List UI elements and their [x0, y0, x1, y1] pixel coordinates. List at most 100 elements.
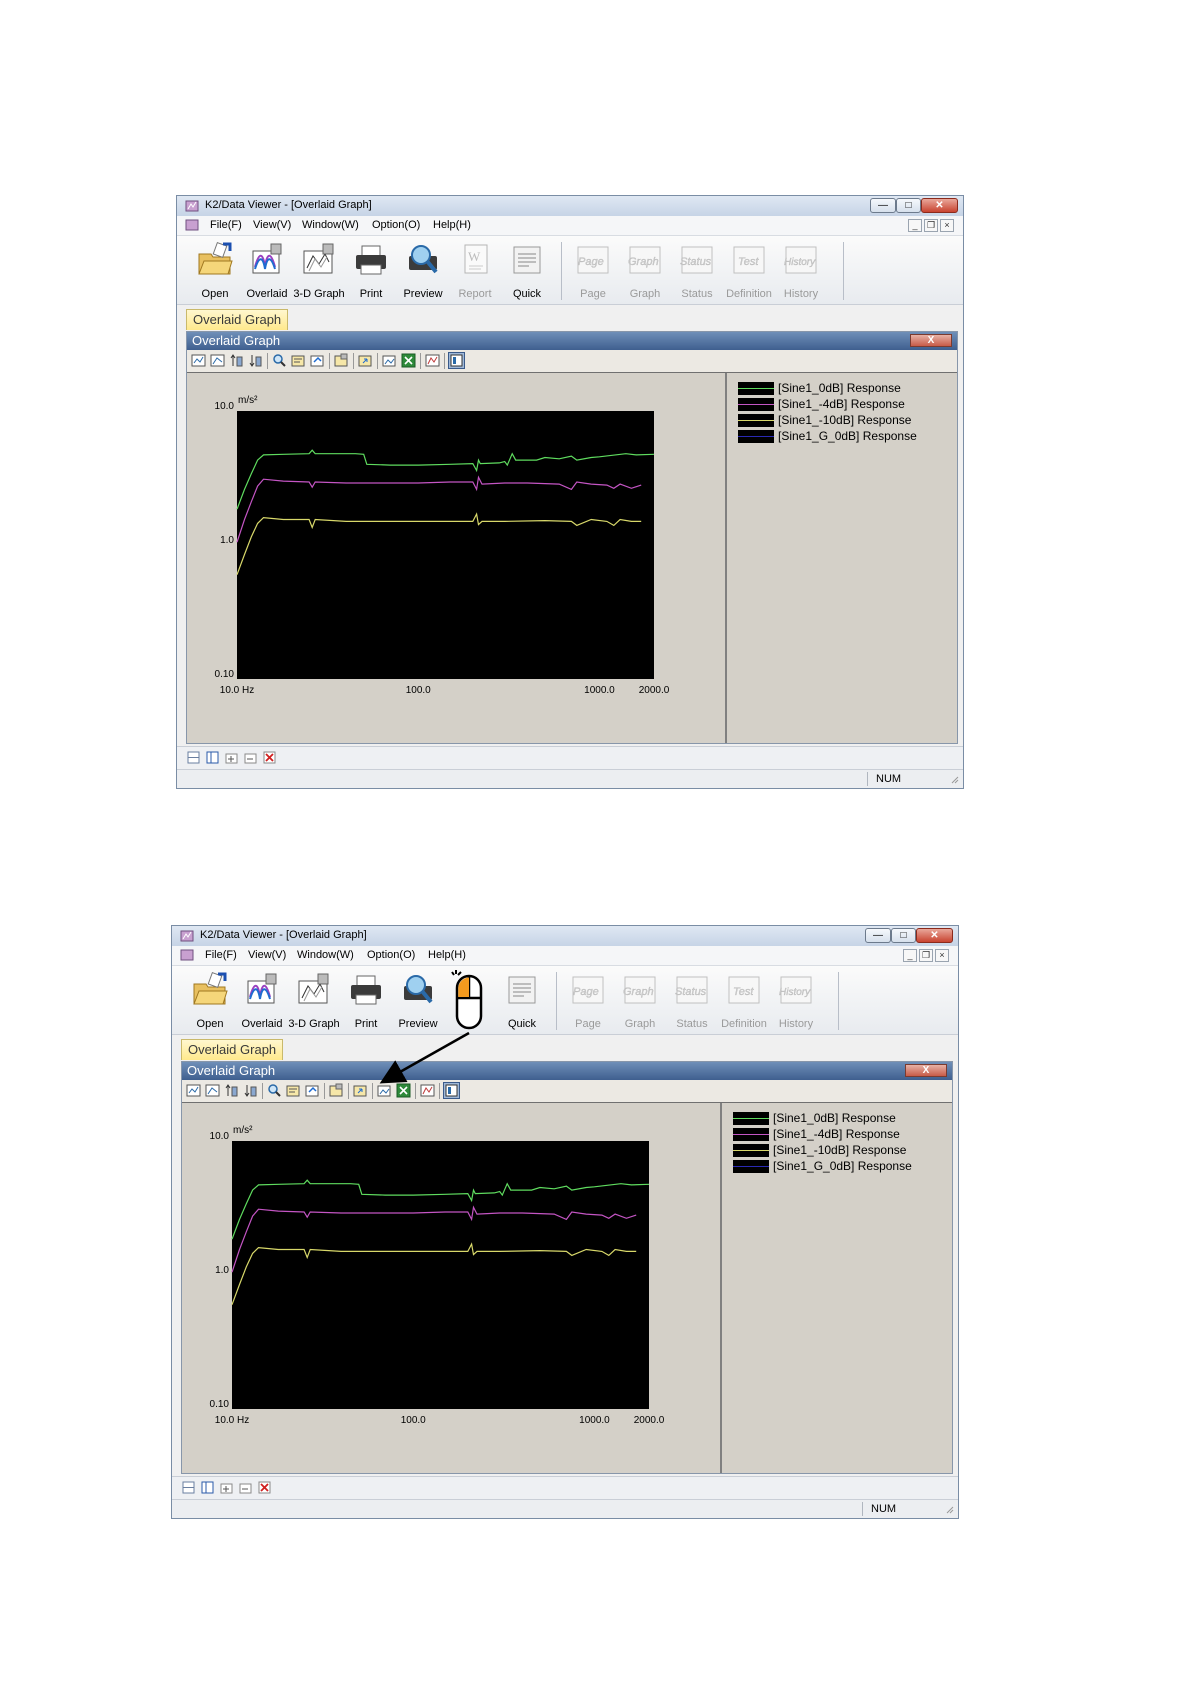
- document-tab-overlaid-graph[interactable]: Overlaid Graph: [186, 309, 289, 330]
- graph-tool-icon[interactable]: [210, 353, 225, 368]
- preview-button[interactable]: Preview: [397, 238, 449, 302]
- properties-icon[interactable]: [291, 353, 306, 368]
- preview-button[interactable]: Preview: [392, 968, 444, 1032]
- mdi-restore-button[interactable]: ❐: [924, 219, 938, 232]
- minimize-button[interactable]: —: [870, 198, 896, 213]
- graph-button[interactable]: Graph Graph: [614, 968, 666, 1032]
- resize-grip-icon[interactable]: [950, 775, 959, 784]
- settings-icon[interactable]: [334, 353, 349, 368]
- excel-icon[interactable]: [401, 353, 416, 368]
- status-icon: Status: [680, 246, 713, 274]
- graph-toolbar-separator: [444, 353, 445, 369]
- definition-button[interactable]: Test Definition: [718, 968, 770, 1032]
- history-button[interactable]: History History: [770, 968, 822, 1032]
- status-icon-caption: Status: [675, 986, 707, 998]
- settings-icon[interactable]: [329, 1083, 344, 1098]
- copy-image-icon[interactable]: [382, 353, 397, 368]
- y-tick-label: 10.0: [210, 1131, 230, 1142]
- mdi-minimize-button[interactable]: _: [908, 219, 922, 232]
- split-horizontal-icon[interactable]: [182, 1481, 195, 1494]
- status-button[interactable]: Status Status: [666, 968, 718, 1032]
- export-icon[interactable]: [353, 1083, 368, 1098]
- undo-icon[interactable]: [305, 1083, 320, 1098]
- mdi-close-button[interactable]: ×: [935, 949, 949, 962]
- menu-option[interactable]: Option(O): [372, 219, 420, 231]
- menu-window[interactable]: Window(W): [302, 219, 359, 231]
- menu-file[interactable]: File(F): [205, 949, 237, 961]
- mdi-minimize-button[interactable]: _: [903, 949, 917, 962]
- graph-tool-icon[interactable]: [205, 1083, 220, 1098]
- quick-button[interactable]: Quick: [501, 238, 553, 302]
- delete-icon[interactable]: [258, 1481, 271, 1494]
- add-pane-icon[interactable]: [225, 751, 238, 764]
- legend-line: [733, 1166, 769, 1167]
- split-vertical-icon[interactable]: [206, 751, 219, 764]
- close-button[interactable]: ✕: [921, 198, 958, 213]
- definition-button[interactable]: Test Definition: [723, 238, 775, 302]
- open-folder-icon: [198, 242, 233, 275]
- resize-grip-icon[interactable]: [945, 1505, 954, 1514]
- excel-icon[interactable]: [396, 1083, 411, 1098]
- sort-down-icon[interactable]: [248, 353, 263, 368]
- copy-image-icon[interactable]: [377, 1083, 392, 1098]
- overlaid-button[interactable]: Overlaid: [241, 238, 293, 302]
- split-horizontal-icon[interactable]: [187, 751, 200, 764]
- split-vertical-icon[interactable]: [201, 1481, 214, 1494]
- open-button[interactable]: Open: [189, 238, 241, 302]
- menu-file[interactable]: File(F): [210, 219, 242, 231]
- quick-button[interactable]: Quick: [496, 968, 548, 1032]
- page-button[interactable]: Page Page: [567, 238, 619, 302]
- zoom-icon[interactable]: [267, 1083, 282, 1098]
- add-pane-icon[interactable]: [220, 1481, 233, 1494]
- close-button[interactable]: ✕: [916, 928, 953, 943]
- print-button[interactable]: Print: [340, 968, 392, 1032]
- 3d-graph-button[interactable]: 3-D Graph: [288, 968, 340, 1032]
- properties-icon[interactable]: [286, 1083, 301, 1098]
- report-button[interactable]: [444, 968, 496, 1032]
- report-button[interactable]: W Report: [449, 238, 501, 302]
- page-button[interactable]: Page Page: [562, 968, 614, 1032]
- menu-help[interactable]: Help(H): [428, 949, 466, 961]
- legend-label: [Sine1_-10dB] Response: [773, 1143, 907, 1157]
- mdi-close-button[interactable]: ×: [940, 219, 954, 232]
- maximize-button[interactable]: □: [896, 198, 921, 213]
- history-button[interactable]: History History: [775, 238, 827, 302]
- menu-view[interactable]: View(V): [248, 949, 286, 961]
- child-close-button[interactable]: X: [905, 1064, 947, 1077]
- menu-option[interactable]: Option(O): [367, 949, 415, 961]
- sort-down-icon[interactable]: [243, 1083, 258, 1098]
- chart-icon[interactable]: [420, 1083, 435, 1098]
- open-button[interactable]: Open: [184, 968, 236, 1032]
- menu-help[interactable]: Help(H): [433, 219, 471, 231]
- mdi-restore-button[interactable]: ❐: [919, 949, 933, 962]
- minimize-icon: —: [878, 200, 888, 211]
- graph-button[interactable]: Graph Graph: [619, 238, 671, 302]
- legend-label: [Sine1_-4dB] Response: [778, 397, 905, 411]
- maximize-button[interactable]: □: [891, 928, 916, 943]
- window-title: K2/Data Viewer - [Overlaid Graph]: [200, 929, 367, 941]
- delete-icon[interactable]: [263, 751, 276, 764]
- legend-toggle-icon[interactable]: [448, 352, 465, 369]
- remove-pane-icon[interactable]: [244, 751, 257, 764]
- legend-swatch: [733, 1112, 769, 1125]
- sort-up-icon[interactable]: [229, 353, 244, 368]
- menu-view[interactable]: View(V): [253, 219, 291, 231]
- legend-line: [733, 1118, 769, 1119]
- menu-window[interactable]: Window(W): [297, 949, 354, 961]
- overlaid-button[interactable]: Overlaid: [236, 968, 288, 1032]
- undo-icon[interactable]: [310, 353, 325, 368]
- status-button[interactable]: Status Status: [671, 238, 723, 302]
- zoom-icon[interactable]: [272, 353, 287, 368]
- chart-icon[interactable]: [425, 353, 440, 368]
- export-icon[interactable]: [358, 353, 373, 368]
- graph-tool-icon[interactable]: [186, 1083, 201, 1098]
- child-close-button[interactable]: X: [910, 334, 952, 347]
- print-button[interactable]: Print: [345, 238, 397, 302]
- 3d-graph-button[interactable]: 3-D Graph: [293, 238, 345, 302]
- minimize-button[interactable]: —: [865, 928, 891, 943]
- document-tab-overlaid-graph[interactable]: Overlaid Graph: [181, 1039, 284, 1060]
- remove-pane-icon[interactable]: [239, 1481, 252, 1494]
- graph-tool-icon[interactable]: [191, 353, 206, 368]
- legend-toggle-icon[interactable]: [443, 1082, 460, 1099]
- sort-up-icon[interactable]: [224, 1083, 239, 1098]
